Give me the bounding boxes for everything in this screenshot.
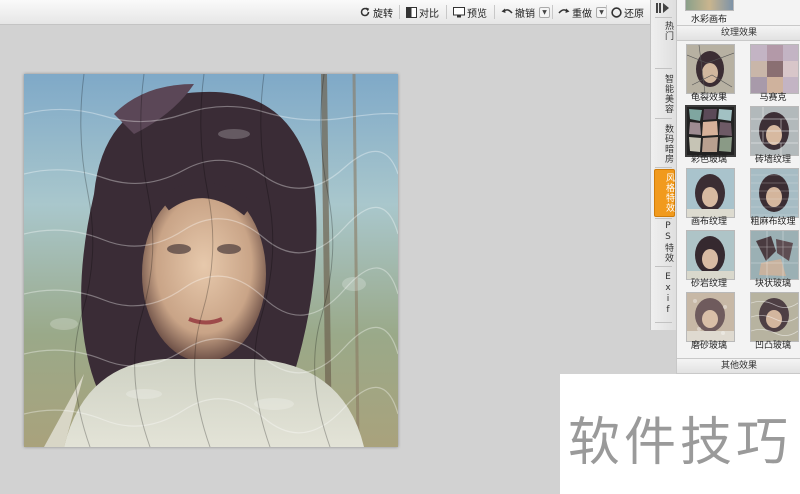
- block-glass-thumb: [750, 230, 799, 280]
- compare-label: 对比: [419, 8, 439, 20]
- glass-effect-photo-image: [24, 74, 398, 447]
- effect-label: 砖墙纹理: [754, 155, 791, 165]
- effect-label: 彩色玻璃: [690, 155, 727, 165]
- burlap-thumb: [750, 168, 799, 218]
- watercolor-canvas-thumb[interactable]: [685, 0, 734, 11]
- restore-icon: [611, 6, 622, 18]
- effect-label: 粗麻布纹理: [750, 217, 796, 227]
- effect-stained-glass[interactable]: 彩色玻璃: [677, 105, 741, 166]
- crackle-thumb: [686, 44, 735, 94]
- rotate-button[interactable]: 旋转: [359, 4, 393, 20]
- effect-bumpy-glass[interactable]: 凹凸玻璃: [741, 292, 800, 352]
- compare-icon: [406, 6, 417, 18]
- redo-label: 重做: [572, 8, 592, 20]
- edited-photo[interactable]: [24, 74, 398, 447]
- other-effects-header[interactable]: 其他效果: [677, 358, 800, 374]
- undo-label: 撤销: [515, 8, 535, 20]
- undo-button[interactable]: 撤销 ▼: [501, 4, 550, 20]
- stained-glass-thumb: [685, 105, 736, 157]
- category-tab-strip: 热门 智能美容 数码暗房 风格特效 PS特效 Exif: [650, 0, 678, 330]
- effect-label: 画布纹理: [690, 217, 727, 227]
- watercolor-canvas-label: 水彩画布: [690, 15, 727, 25]
- effect-sandstone[interactable]: 砂岩纹理: [677, 230, 741, 290]
- restore-label: 还原: [624, 8, 644, 20]
- preview-label: 预览: [467, 8, 487, 20]
- collapse-panel-icon[interactable]: [656, 3, 670, 16]
- effect-canvas[interactable]: 画布纹理: [677, 168, 741, 228]
- tab-style-effects[interactable]: 风格特效: [654, 169, 675, 217]
- effect-burlap[interactable]: 粗麻布纹理: [741, 168, 800, 228]
- effect-crackle[interactable]: 龟裂效果: [677, 44, 741, 104]
- mosaic-thumb: [750, 44, 799, 94]
- watermark-box: 软件技巧: [560, 374, 800, 494]
- undo-dropdown-icon[interactable]: ▼: [539, 6, 550, 18]
- texture-effects-header[interactable]: 纹理效果: [677, 25, 800, 41]
- rotate-label: 旋转: [373, 8, 393, 20]
- effect-label: 磨砂玻璃: [690, 341, 727, 351]
- frosted-glass-thumb: [686, 292, 735, 342]
- effect-label: 砂岩纹理: [690, 279, 727, 289]
- watermark-text: 软件技巧: [568, 413, 793, 473]
- effect-frosted-glass[interactable]: 磨砂玻璃: [677, 292, 741, 352]
- effect-mosaic[interactable]: 马赛克: [741, 44, 800, 104]
- monitor-icon: [453, 6, 465, 17]
- redo-button[interactable]: 重做 ▼: [558, 4, 607, 20]
- rotate-icon: [360, 7, 370, 17]
- effect-label: 马赛克: [759, 93, 787, 103]
- top-toolbar: 旋转 对比 预览 撤销 ▼ 重做 ▼ 还原: [0, 0, 650, 25]
- tab-hot[interactable]: 热门: [654, 20, 673, 42]
- effect-block-glass[interactable]: 块状玻璃: [741, 230, 800, 290]
- undo-icon: [501, 8, 513, 14]
- canvas-thumb: [686, 168, 735, 218]
- tab-digital-darkroom[interactable]: 数码暗房: [654, 121, 673, 167]
- effects-panel: 水彩画布 纹理效果 龟裂效果 马赛克 彩色玻璃 砖墙纹理 画布纹理 粗麻布纹理 …: [676, 0, 800, 376]
- effect-label: 龟裂效果: [690, 93, 727, 103]
- effect-label: 凹凸玻璃: [754, 341, 791, 351]
- sandstone-thumb: [686, 230, 735, 280]
- effect-label: 块状玻璃: [754, 279, 791, 289]
- brick-thumb: [750, 106, 799, 156]
- preview-button[interactable]: 预览: [453, 4, 487, 20]
- restore-button[interactable]: 还原: [611, 4, 644, 20]
- tab-smart-beauty[interactable]: 智能美容: [654, 71, 673, 117]
- tab-ps-effects[interactable]: PS特效: [654, 221, 673, 263]
- bumpy-glass-thumb: [750, 292, 799, 342]
- tab-exif[interactable]: Exif: [654, 270, 673, 318]
- effect-brick[interactable]: 砖墙纹理: [741, 106, 800, 166]
- compare-button[interactable]: 对比: [406, 4, 439, 20]
- redo-icon: [558, 8, 570, 14]
